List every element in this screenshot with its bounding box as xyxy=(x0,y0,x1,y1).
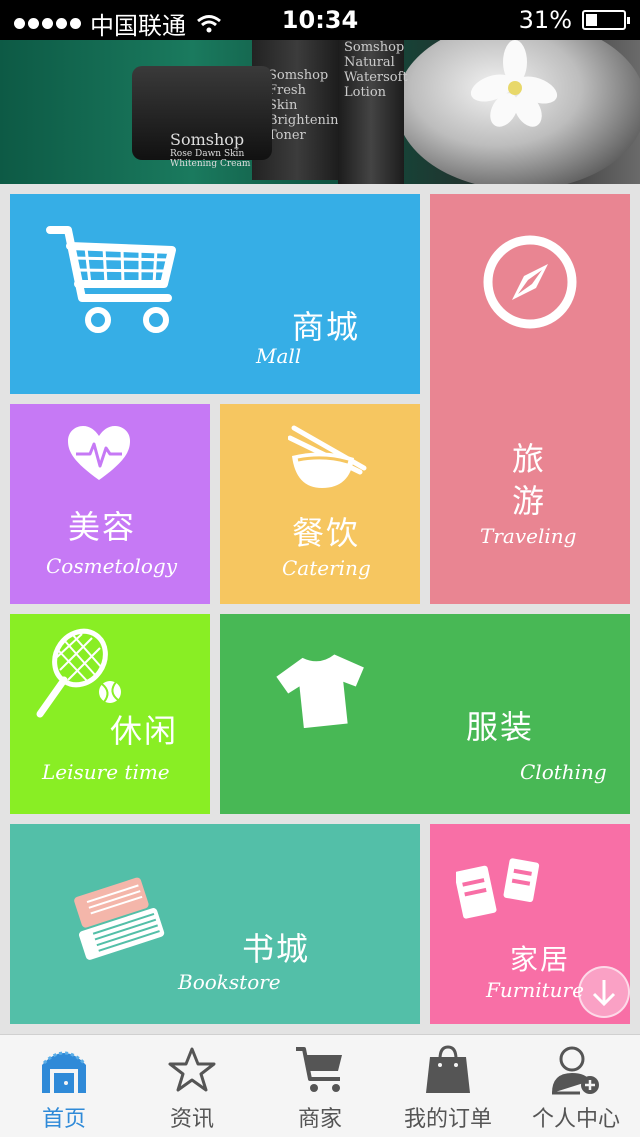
scroll-down-button[interactable] xyxy=(578,966,630,1018)
cosmetology-subtitle: Cosmetology xyxy=(46,554,178,578)
cosmetology-title: 美容 xyxy=(68,508,137,546)
tab-label: 商家 xyxy=(297,1107,342,1132)
tab-profile[interactable]: 个人中心 xyxy=(512,1035,640,1137)
bottle1-label: Somshop Fresh Skin Brightening Toner xyxy=(268,68,347,143)
tile-catering[interactable]: 餐饮 Catering xyxy=(220,404,420,604)
tile-bookstore[interactable]: 书城 Bookstore xyxy=(10,824,420,1024)
furniture-title: 家居 xyxy=(510,943,571,976)
tab-my-orders[interactable]: 我的订单 xyxy=(384,1035,512,1137)
bag-icon xyxy=(426,1045,470,1093)
tab-home[interactable]: 首页 xyxy=(0,1035,128,1137)
user-add-icon xyxy=(552,1046,599,1095)
tile-cosmetology[interactable]: 美容 Cosmetology xyxy=(10,404,210,604)
furniture-subtitle: Furniture xyxy=(486,978,584,1002)
cart-icon xyxy=(296,1047,342,1092)
travel-title-2: 游 xyxy=(512,482,547,520)
battery-percent: 31% xyxy=(518,6,572,34)
lotion-bottle-image: Somshop Natural Watersoft Lotion xyxy=(338,40,408,184)
clothing-title: 服装 xyxy=(466,708,535,746)
compass-icon xyxy=(483,235,577,329)
tab-label: 我的订单 xyxy=(403,1107,492,1132)
tile-travel[interactable]: 旅 游 Traveling xyxy=(430,194,630,604)
promo-banner[interactable]: Somshop Fresh Skin Brightening Toner Som… xyxy=(0,40,640,184)
catering-title: 餐饮 xyxy=(292,514,361,552)
travel-title-1: 旅 xyxy=(512,440,547,478)
jar-text: Rose Dawn Skin Whitening Cream xyxy=(170,149,251,169)
catering-subtitle: Catering xyxy=(282,556,371,580)
flower-image xyxy=(470,40,558,127)
tab-news[interactable]: 资讯 xyxy=(128,1035,256,1137)
mall-title: 商城 xyxy=(292,308,361,346)
furniture-cabinet-icon xyxy=(456,858,540,919)
tab-merchants[interactable]: 商家 xyxy=(256,1035,384,1137)
bottom-tab-bar: 首页 资讯 商家 我的订单 个人中心 xyxy=(0,1034,640,1137)
mall-subtitle: Mall xyxy=(256,344,302,368)
status-bar: 中国联通 10:34 31% xyxy=(0,0,640,40)
leisure-subtitle: Leisure time xyxy=(42,760,170,784)
travel-subtitle: Traveling xyxy=(480,524,577,548)
books-icon xyxy=(74,877,165,960)
tshirt-icon xyxy=(276,654,364,728)
tab-label: 个人中心 xyxy=(531,1107,620,1132)
tab-label: 资讯 xyxy=(169,1107,214,1132)
tab-label: 首页 xyxy=(41,1107,86,1132)
shopping-cart-icon xyxy=(46,226,176,333)
tile-leisure[interactable]: 休闲 Leisure time xyxy=(10,614,210,814)
tile-clothing[interactable]: 服装 Clothing xyxy=(220,614,630,814)
jar-label: Somshop Rose Dawn Skin Whitening Cream xyxy=(170,130,260,169)
tile-mall[interactable]: 商城 Mall xyxy=(10,194,420,394)
battery-icon xyxy=(582,10,630,30)
bowl-chopsticks-icon xyxy=(288,425,367,488)
home-icon xyxy=(42,1051,86,1093)
star-icon xyxy=(168,1047,216,1092)
bookstore-title: 书城 xyxy=(242,930,311,968)
bookstore-subtitle: Bookstore xyxy=(178,970,281,994)
clothing-subtitle: Clothing xyxy=(520,760,607,784)
jar-brand: Somshop xyxy=(170,130,245,149)
heart-pulse-icon xyxy=(68,426,130,480)
bottle2-label: Somshop Natural Watersoft Lotion xyxy=(344,40,408,100)
leisure-title: 休闲 xyxy=(110,712,179,750)
arrow-down-icon xyxy=(592,980,616,1007)
